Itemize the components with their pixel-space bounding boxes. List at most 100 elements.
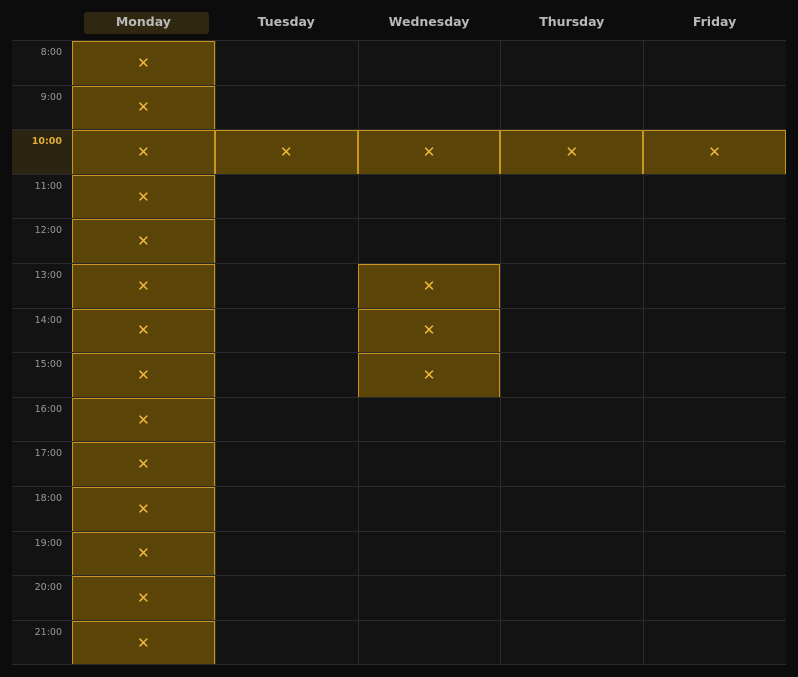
slot-thursday-1900[interactable]: [500, 532, 643, 577]
slot-wednesday-1500[interactable]: ✕: [357, 353, 501, 398]
time-label: 21:00: [34, 626, 62, 638]
selected-x-icon: ✕: [137, 232, 150, 251]
slot-thursday-1400[interactable]: [500, 309, 643, 354]
slot-friday-900[interactable]: [643, 86, 786, 131]
slot-friday-1500[interactable]: [643, 353, 786, 398]
time-row-1200: 12:00 ✕: [12, 218, 786, 264]
time-label: 10:00: [31, 136, 62, 148]
slot-thursday-1500[interactable]: [500, 353, 643, 398]
slot-wednesday-1100[interactable]: [358, 175, 501, 220]
slot-monday-1100[interactable]: ✕: [72, 174, 215, 220]
slot-thursday-1700[interactable]: [500, 442, 643, 487]
slot-monday-1600[interactable]: ✕: [72, 397, 215, 443]
slot-wednesday-1700[interactable]: [358, 442, 501, 487]
day-header-friday[interactable]: Friday: [643, 0, 786, 40]
time-row-1500: 15:00 ✕ ✕: [12, 352, 786, 398]
slot-friday-1000[interactable]: ✕: [643, 130, 786, 175]
weekly-schedule-grid: Monday Tuesday Wednesday Thursday Friday 8:0…: [0, 0, 798, 677]
slot-thursday-1100[interactable]: [500, 175, 643, 220]
time-label: 12:00: [34, 225, 62, 237]
slot-tuesday-1600[interactable]: [215, 398, 358, 443]
selected-x-icon: ✕: [137, 98, 150, 117]
slot-thursday-1000[interactable]: ✕: [500, 130, 644, 175]
time-label: 16:00: [34, 403, 62, 415]
slot-tuesday-1200[interactable]: [215, 219, 358, 264]
slot-monday-2100[interactable]: ✕: [72, 620, 215, 666]
slot-friday-1300[interactable]: [643, 264, 786, 309]
slot-tuesday-1500[interactable]: [215, 353, 358, 398]
day-header-label: Tuesday: [257, 13, 315, 29]
time-label: 11:00: [34, 180, 62, 192]
slot-thursday-2100[interactable]: [500, 621, 643, 666]
slot-monday-1900[interactable]: ✕: [72, 531, 215, 577]
slot-tuesday-1000[interactable]: ✕: [214, 130, 358, 175]
slot-tuesday-1400[interactable]: [215, 309, 358, 354]
slot-wednesday-1400[interactable]: ✕: [357, 308, 501, 354]
slot-friday-1900[interactable]: [643, 532, 786, 577]
slot-wednesday-2100[interactable]: [358, 621, 501, 666]
slot-monday-1400[interactable]: ✕: [72, 308, 215, 354]
slot-wednesday-2000[interactable]: [358, 576, 501, 621]
slot-monday-900[interactable]: ✕: [72, 85, 215, 131]
slot-tuesday-1900[interactable]: [215, 532, 358, 577]
time-label: 8:00: [40, 47, 62, 58]
slot-friday-1100[interactable]: [643, 175, 786, 220]
time-label: 17:00: [34, 448, 62, 460]
slot-tuesday-900[interactable]: [215, 86, 358, 131]
slot-thursday-1300[interactable]: [500, 264, 643, 309]
slot-thursday-900[interactable]: [500, 86, 643, 131]
slot-wednesday-1300[interactable]: ✕: [357, 264, 501, 309]
selected-x-icon: ✕: [708, 142, 721, 161]
time-row-1100: 11:00 ✕: [12, 173, 786, 220]
slot-tuesday-1100[interactable]: [215, 175, 358, 220]
slot-tuesday-2100[interactable]: [215, 621, 358, 666]
slot-friday-1800[interactable]: [643, 487, 786, 532]
time-row-1000: 10:00 ✕ ✕ ✕ ✕ ✕: [12, 129, 786, 175]
slot-monday-1500[interactable]: ✕: [72, 353, 215, 398]
time-row-1300: 13:00 ✕ ✕: [12, 263, 786, 309]
time-row-1800: 18:00 ✕: [12, 486, 786, 532]
slot-monday-1000[interactable]: ✕: [72, 130, 215, 175]
day-header-tuesday[interactable]: Tuesday: [215, 0, 358, 40]
slot-friday-800[interactable]: [643, 41, 786, 86]
slot-thursday-800[interactable]: [500, 41, 643, 86]
slot-wednesday-900[interactable]: [358, 86, 501, 131]
slot-friday-2000[interactable]: [643, 576, 786, 621]
slot-friday-1200[interactable]: [643, 219, 786, 264]
slot-wednesday-1900[interactable]: [358, 532, 501, 577]
slot-friday-2100[interactable]: [643, 621, 786, 666]
slot-thursday-1600[interactable]: [500, 398, 643, 443]
slot-tuesday-1700[interactable]: [215, 442, 358, 487]
time-row-2100: 21:00 ✕: [12, 619, 786, 666]
slot-monday-1700[interactable]: ✕: [72, 442, 215, 487]
time-slot-grid: 8:00 ✕ 9:00 ✕ 10:00 ✕ ✕ ✕ ✕ ✕ 11:00 ✕ 12:00 ✕ 13:00 ✕ ✕ 1…: [12, 40, 786, 666]
day-header-thursday[interactable]: Thursday: [500, 0, 643, 40]
slot-tuesday-800[interactable]: [215, 41, 358, 86]
slot-tuesday-2000[interactable]: [215, 576, 358, 621]
slot-wednesday-1200[interactable]: [358, 219, 501, 264]
slot-thursday-1200[interactable]: [500, 219, 643, 264]
slot-wednesday-1800[interactable]: [358, 487, 501, 532]
slot-tuesday-1800[interactable]: [215, 487, 358, 532]
slot-wednesday-800[interactable]: [358, 41, 501, 86]
slot-wednesday-1600[interactable]: [358, 398, 501, 443]
slot-friday-1400[interactable]: [643, 309, 786, 354]
slot-friday-1600[interactable]: [643, 398, 786, 443]
day-header-monday[interactable]: Monday: [72, 0, 215, 40]
slot-monday-2000[interactable]: ✕: [72, 576, 215, 621]
selected-x-icon: ✕: [137, 633, 150, 652]
slot-wednesday-1000[interactable]: ✕: [357, 130, 501, 175]
slot-thursday-2000[interactable]: [500, 576, 643, 621]
slot-monday-1300[interactable]: ✕: [72, 264, 215, 309]
selected-x-icon: ✕: [422, 365, 436, 384]
time-label: 14:00: [34, 314, 62, 326]
slot-monday-1800[interactable]: ✕: [72, 487, 215, 532]
slot-friday-1700[interactable]: [643, 442, 786, 487]
time-row-2000: 20:00 ✕: [12, 575, 786, 621]
selected-x-icon: ✕: [279, 142, 293, 161]
slot-monday-800[interactable]: ✕: [72, 41, 215, 86]
day-header-wednesday[interactable]: Wednesday: [358, 0, 501, 40]
slot-tuesday-1300[interactable]: [215, 264, 358, 309]
slot-thursday-1800[interactable]: [500, 487, 643, 532]
slot-monday-1200[interactable]: ✕: [72, 219, 215, 264]
